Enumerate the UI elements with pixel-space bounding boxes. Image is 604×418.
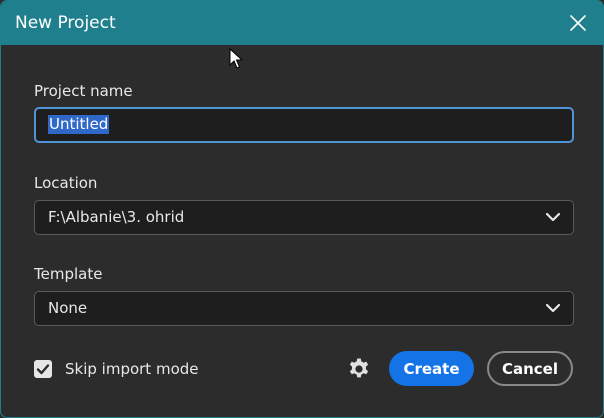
project-name-input[interactable]: Untitled	[34, 107, 574, 143]
project-name-label: Project name	[34, 82, 133, 100]
new-project-dialog: New Project Project name Untitled Locati…	[0, 0, 604, 418]
template-label: Template	[34, 265, 103, 283]
title-bar: New Project	[1, 1, 603, 45]
close-icon	[570, 15, 586, 31]
chevron-down-icon	[545, 303, 561, 313]
skip-import-checkbox[interactable]	[34, 360, 52, 378]
chevron-down-icon	[545, 212, 561, 222]
dialog-title: New Project	[15, 13, 116, 33]
create-button[interactable]: Create	[389, 351, 474, 386]
gear-icon[interactable]	[347, 357, 371, 381]
project-name-value: Untitled	[48, 115, 110, 134]
template-value: None	[48, 299, 88, 317]
cancel-button[interactable]: Cancel	[487, 351, 573, 386]
checkmark-icon	[36, 364, 50, 375]
skip-import-label: Skip import mode	[65, 360, 199, 378]
location-label: Location	[34, 174, 98, 192]
template-select[interactable]: None	[34, 291, 574, 326]
location-select[interactable]: F:\Albanie\3. ohrid	[34, 200, 574, 235]
mouse-cursor-icon	[229, 48, 243, 69]
close-button[interactable]	[563, 8, 593, 38]
location-value: F:\Albanie\3. ohrid	[48, 208, 185, 226]
